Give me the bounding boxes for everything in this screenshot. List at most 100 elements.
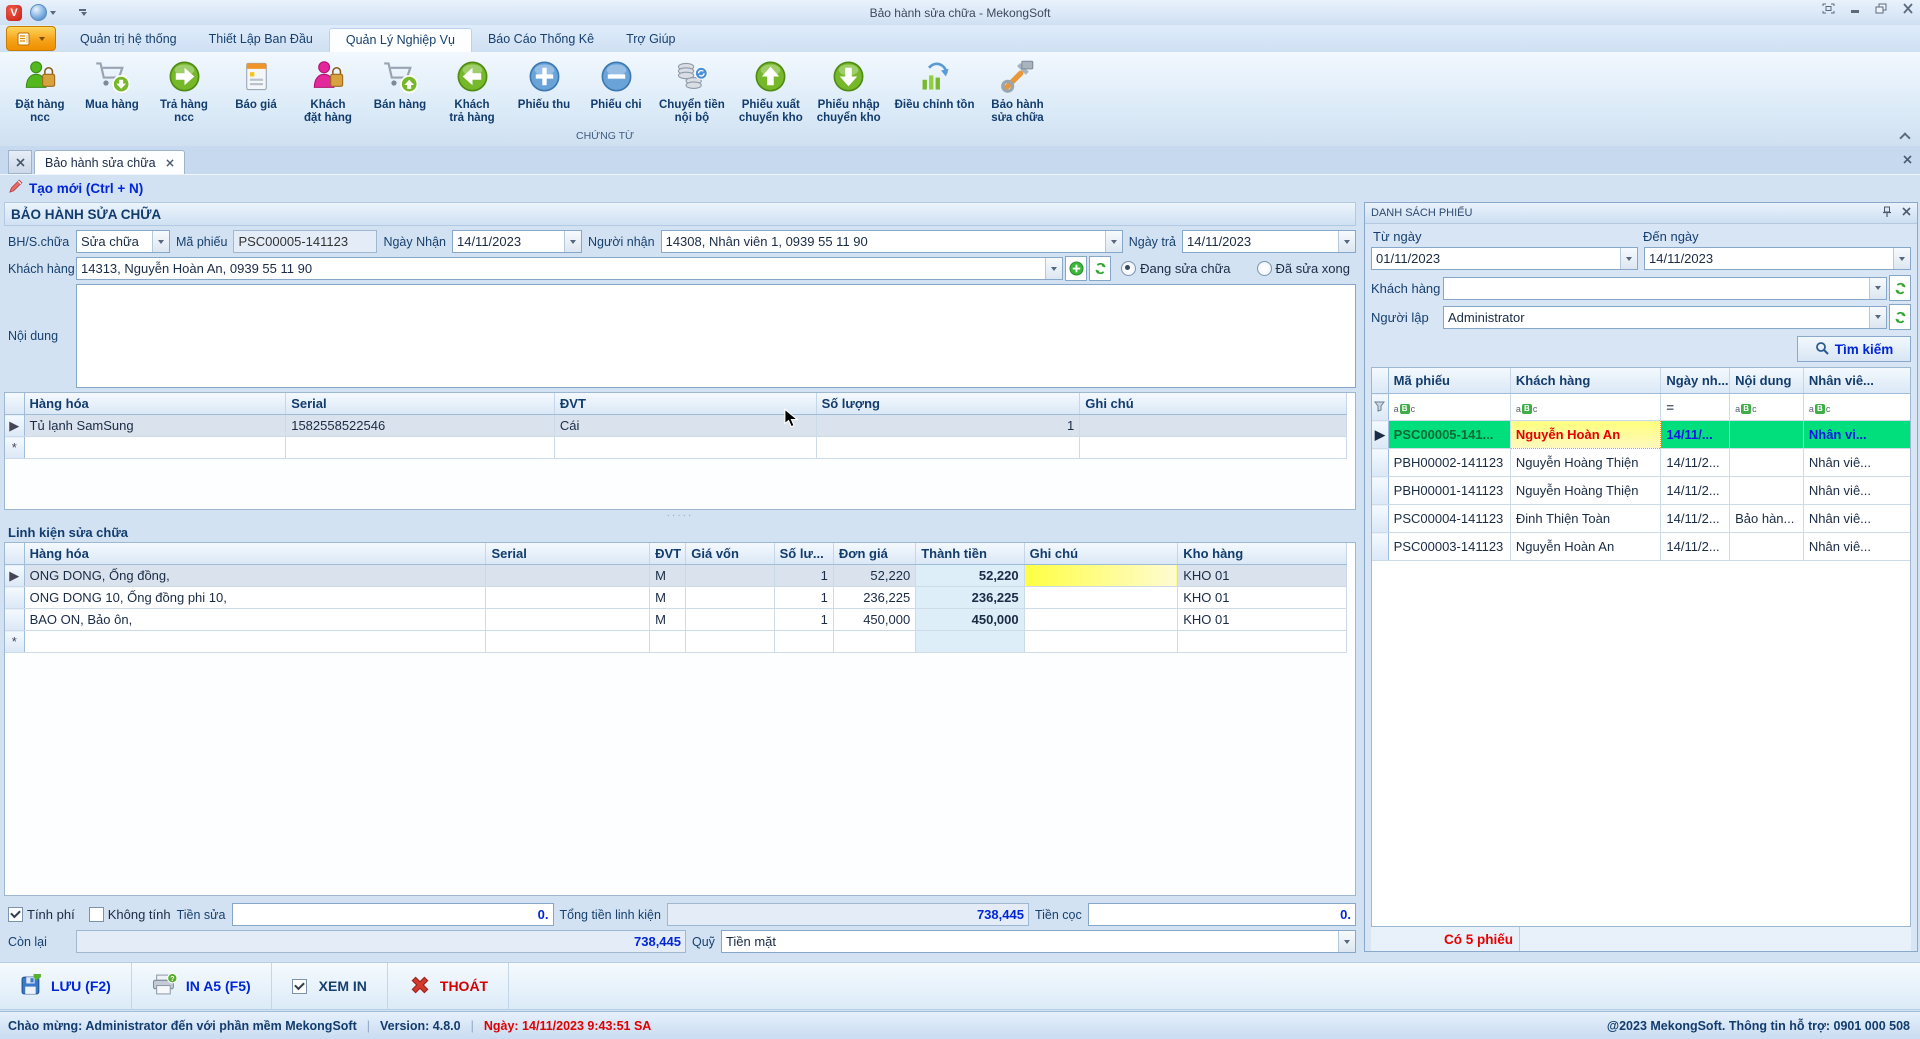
parts-grid-cell[interactable]: [686, 565, 774, 587]
receipt-code-cell[interactable]: PBH00002-141123: [1388, 449, 1510, 477]
parts-grid-cell[interactable]: [686, 631, 774, 653]
ribbon-item-8[interactable]: Phiếu chi: [580, 56, 652, 114]
receipt-staff-cell[interactable]: Nhân viê...: [1803, 533, 1910, 561]
print-a5-button[interactable]: ? IN A5 (F5): [132, 963, 272, 1009]
content-textarea[interactable]: [76, 284, 1356, 388]
parts-grid-cell[interactable]: BAO ON, Bảo ôn,: [24, 609, 486, 631]
parts-grid-cell[interactable]: ONG DONG 10, Ống đồng phi 10,: [24, 587, 486, 609]
filter-creator-field[interactable]: Administrator: [1443, 306, 1887, 329]
chevron-down-icon[interactable]: [1869, 278, 1886, 299]
items-grid-row[interactable]: ▶Tủ lạnh SamSung1582558522546Cái1: [5, 415, 1347, 437]
parts-grid-row[interactable]: ONG DONG 10, Ống đồng phi 10,M1236,22523…: [5, 587, 1347, 609]
parts-grid-cell[interactable]: [650, 631, 686, 653]
receipt-code-cell[interactable]: PBH00001-141123: [1388, 477, 1510, 505]
parts-grid-cell[interactable]: 450,000: [833, 609, 915, 631]
grid-column-header[interactable]: Số lượng: [816, 393, 1080, 415]
add-customer-button[interactable]: [1065, 256, 1087, 281]
grid-column-header[interactable]: ĐVT: [650, 543, 686, 565]
grid-column-header[interactable]: Giá vốn: [686, 543, 774, 565]
ribbon-item-13[interactable]: Bảo hành sửa chữa: [981, 56, 1053, 127]
items-grid-cell[interactable]: Cái: [554, 415, 816, 437]
chevron-down-icon[interactable]: [1045, 258, 1062, 279]
receipt-staff-cell[interactable]: Nhân vi...: [1803, 421, 1910, 449]
grid-column-header[interactable]: Khách hàng: [1510, 368, 1661, 394]
grid-column-header[interactable]: Hàng hóa: [24, 393, 286, 415]
menu-tab-0[interactable]: Quản trị hệ thống: [64, 28, 193, 52]
grid-column-header[interactable]: Hàng hóa: [24, 543, 486, 565]
receipt-row[interactable]: PBH00002-141123Nguyễn Hoàng Thiện14/11/2…: [1372, 449, 1911, 477]
parts-grid-cell[interactable]: 236,225: [916, 587, 1024, 609]
receipt-customer-cell[interactable]: Nguyễn Hoàng Thiện: [1510, 477, 1661, 505]
items-grid-cell[interactable]: [286, 437, 555, 459]
receipt-row[interactable]: PSC00004-141123Đinh Thiện Toàn14/11/2...…: [1372, 505, 1911, 533]
refresh-customer-button[interactable]: [1089, 256, 1111, 281]
ribbon-item-9[interactable]: Chuyển tiền nội bộ: [652, 56, 732, 127]
receipt-content-cell[interactable]: [1730, 421, 1804, 449]
ribbon-item-12[interactable]: Điều chỉnh tồn: [888, 56, 982, 114]
exit-button[interactable]: THOÁT: [388, 963, 509, 1009]
doc-tab-close-icon[interactable]: [166, 156, 174, 170]
parts-grid-cell[interactable]: [916, 631, 1024, 653]
ribbon-item-4[interactable]: Khách đặt hàng: [292, 56, 364, 127]
refresh-filter-creator-button[interactable]: [1889, 304, 1911, 330]
parts-grid-cell[interactable]: [486, 565, 650, 587]
receipt-row[interactable]: PBH00001-141123Nguyễn Hoàng Thiện14/11/2…: [1372, 477, 1911, 505]
to-date-field[interactable]: 14/11/2023: [1644, 247, 1911, 270]
fullscreen-icon[interactable]: [1822, 3, 1835, 14]
receiver-field[interactable]: 14308, Nhân viên 1, 0939 55 11 90: [661, 230, 1123, 253]
parts-grid-row[interactable]: BAO ON, Bảo ôn,M1450,000450,000KHO 01: [5, 609, 1347, 631]
parts-grid-cell[interactable]: ONG DONG, Ống đồng,: [24, 565, 486, 587]
receipt-customer-cell[interactable]: Đinh Thiện Toàn: [1510, 505, 1661, 533]
fund-select[interactable]: Tiền mặt: [721, 930, 1356, 953]
grid-column-header[interactable]: Nội dung: [1730, 368, 1804, 394]
fee-checkbox[interactable]: [8, 907, 23, 922]
grid-column-header[interactable]: Đơn giá: [833, 543, 915, 565]
receipt-customer-cell[interactable]: Nguyễn Hoàng Thiện: [1510, 449, 1661, 477]
parts-grid-cell[interactable]: M: [650, 587, 686, 609]
save-button[interactable]: LƯU (F2): [0, 963, 132, 1009]
ribbon-item-6[interactable]: Khách trả hàng: [436, 56, 508, 127]
items-grid-cell[interactable]: [1080, 415, 1347, 437]
application-menu-button[interactable]: [6, 26, 56, 51]
abc-filter-icon[interactable]: aBc: [1803, 394, 1910, 421]
deposit-input[interactable]: 0.: [1088, 903, 1356, 926]
parts-grid-cell[interactable]: [1024, 609, 1178, 631]
receipt-customer-cell[interactable]: Nguyễn Hoàn An: [1510, 421, 1661, 449]
parts-grid-cell[interactable]: KHO 01: [1178, 587, 1347, 609]
chevron-down-icon[interactable]: [564, 231, 581, 252]
receipt-content-cell[interactable]: Bảo hàn...: [1730, 505, 1804, 533]
create-new-link[interactable]: Tạo mới (Ctrl + N): [4, 176, 1356, 200]
parts-grid-cell[interactable]: 450,000: [916, 609, 1024, 631]
grid-column-header[interactable]: Serial: [486, 543, 650, 565]
parts-grid-cell[interactable]: M: [650, 565, 686, 587]
grid-column-header[interactable]: Nhân viê...: [1803, 368, 1910, 394]
parts-grid-new-row[interactable]: *: [5, 631, 1347, 653]
items-grid-cell[interactable]: [554, 437, 816, 459]
abc-filter-icon[interactable]: aBc: [1730, 394, 1804, 421]
funnel-icon[interactable]: [1372, 394, 1388, 421]
items-grid-cell[interactable]: 1582558522546: [286, 415, 555, 437]
close-window-icon[interactable]: [1902, 3, 1914, 14]
receipt-customer-cell[interactable]: Nguyễn Hoàn An: [1510, 533, 1661, 561]
tab-close-left-icon[interactable]: [8, 150, 32, 174]
repair-fee-input[interactable]: 0.: [232, 903, 554, 926]
items-grid-cell[interactable]: [24, 437, 286, 459]
equals-filter-icon[interactable]: =: [1661, 394, 1730, 421]
parts-grid-cell[interactable]: [1024, 565, 1178, 587]
return-date-field[interactable]: 14/11/2023: [1182, 230, 1356, 253]
panel-close-icon[interactable]: [1902, 207, 1911, 219]
parts-grid-cell[interactable]: [486, 587, 650, 609]
ribbon-item-2[interactable]: Trả hàng ncc: [148, 56, 220, 127]
refresh-filter-customer-button[interactable]: [1889, 275, 1911, 301]
receipt-date-cell[interactable]: 14/11/2...: [1661, 477, 1730, 505]
grid-column-header[interactable]: Thành tiền: [916, 543, 1024, 565]
parts-grid-cell[interactable]: 52,220: [833, 565, 915, 587]
preview-checkbox[interactable]: [292, 979, 307, 994]
receipt-content-cell[interactable]: [1730, 449, 1804, 477]
menu-tab-4[interactable]: Trợ Giúp: [610, 28, 691, 52]
ribbon-item-11[interactable]: Phiếu nhập chuyển kho: [810, 56, 888, 127]
doc-tab-active[interactable]: Bảo hành sửa chữa: [34, 150, 185, 174]
parts-grid-cell[interactable]: [774, 631, 833, 653]
items-grid-cell[interactable]: Tủ lạnh SamSung: [24, 415, 286, 437]
ribbon-collapse-icon[interactable]: [1901, 131, 1910, 140]
